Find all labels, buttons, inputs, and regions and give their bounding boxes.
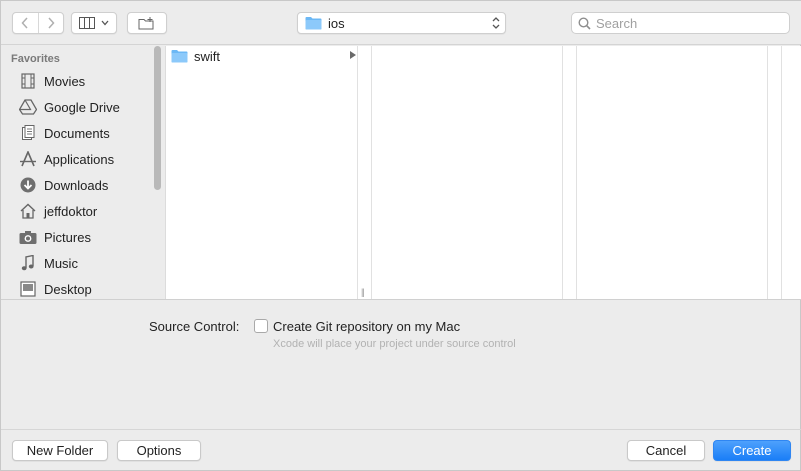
column-browser: swift ||: [165, 46, 801, 299]
toolbar-new-folder-button[interactable]: [127, 12, 167, 34]
folder-icon: [305, 17, 322, 30]
search-field[interactable]: [571, 12, 790, 34]
source-control-hint: Xcode will place your project under sour…: [273, 338, 516, 350]
sidebar-item-pictures[interactable]: Pictures: [1, 224, 151, 250]
google-drive-icon: [18, 97, 38, 117]
sidebar-item-music[interactable]: Music: [1, 250, 151, 276]
music-note-icon: [18, 253, 38, 273]
search-input[interactable]: [596, 15, 776, 31]
view-mode-button[interactable]: [71, 12, 117, 34]
list-item[interactable]: swift: [171, 46, 357, 66]
source-control-label: Source Control:: [149, 319, 240, 334]
column-divider: [767, 46, 768, 299]
nav-button-group: [12, 12, 64, 34]
chevron-down-icon: [101, 20, 109, 26]
chevron-left-icon: [21, 17, 29, 29]
sidebar-item-desktop[interactable]: Desktop: [1, 276, 151, 299]
camera-icon: [18, 227, 38, 247]
sidebar-item-label: Pictures: [44, 229, 91, 245]
sidebar-item-movies[interactable]: Movies: [1, 68, 151, 94]
save-panel-window: ios Favorites Movies Goo: [0, 0, 801, 471]
sidebar-item-documents[interactable]: Documents: [1, 120, 151, 146]
columns-view-icon: [79, 17, 95, 29]
sidebar-item-label: Desktop: [44, 281, 92, 297]
sidebar-item-label: Documents: [44, 125, 110, 141]
forward-button[interactable]: [37, 13, 63, 33]
home-icon: [18, 201, 38, 221]
column-divider: [781, 46, 782, 299]
film-icon: [18, 71, 38, 91]
column-resize-grip[interactable]: ||: [361, 287, 365, 297]
disclosure-arrow-icon: [350, 51, 356, 59]
applications-icon: [18, 149, 38, 169]
new-folder-button[interactable]: New Folder: [12, 440, 108, 461]
sidebar-item-home[interactable]: jeffdoktor: [1, 198, 151, 224]
folder-icon: [171, 50, 188, 63]
location-label: ios: [328, 15, 345, 31]
download-icon: [18, 175, 38, 195]
column-divider: [562, 46, 563, 299]
list-item-label: swift: [194, 48, 220, 64]
updown-chevron-icon: [492, 17, 500, 29]
sidebar: Favorites Movies Google Drive Documents …: [1, 46, 165, 299]
sidebar-item-label: Music: [44, 255, 78, 271]
sidebar-item-label: Movies: [44, 73, 86, 89]
toolbar: ios: [1, 1, 801, 45]
sidebar-item-downloads[interactable]: Downloads: [1, 172, 151, 198]
sidebar-item-label: Downloads: [44, 177, 109, 193]
options-button[interactable]: Options: [117, 440, 201, 461]
search-icon: [578, 16, 591, 30]
sidebar-item-applications[interactable]: Applications: [1, 146, 151, 172]
sidebar-item-label: jeffdoktor: [44, 203, 98, 219]
sidebar-item-label: Applications: [44, 151, 115, 167]
sidebar-item-label: Google Drive: [44, 99, 120, 115]
desktop-icon: [18, 279, 38, 299]
cancel-button[interactable]: Cancel: [627, 440, 705, 461]
create-button[interactable]: Create: [713, 440, 791, 461]
new-folder-icon: [138, 16, 154, 29]
divider: [1, 299, 801, 300]
column-divider[interactable]: [357, 46, 358, 299]
sidebar-heading: Favorites: [11, 53, 60, 65]
sidebar-item-google-drive[interactable]: Google Drive: [1, 94, 151, 120]
chevron-right-icon: [48, 17, 55, 29]
column-divider: [371, 46, 372, 299]
location-popup[interactable]: ios: [297, 12, 506, 34]
document-icon: [18, 123, 38, 143]
git-repository-checkbox-label[interactable]: Create Git repository on my Mac: [273, 319, 460, 334]
git-repository-checkbox[interactable]: [254, 319, 268, 333]
divider: [1, 429, 801, 430]
sidebar-scrollbar-thumb[interactable]: [154, 46, 161, 190]
back-button[interactable]: [13, 13, 38, 33]
column-divider: [576, 46, 577, 299]
